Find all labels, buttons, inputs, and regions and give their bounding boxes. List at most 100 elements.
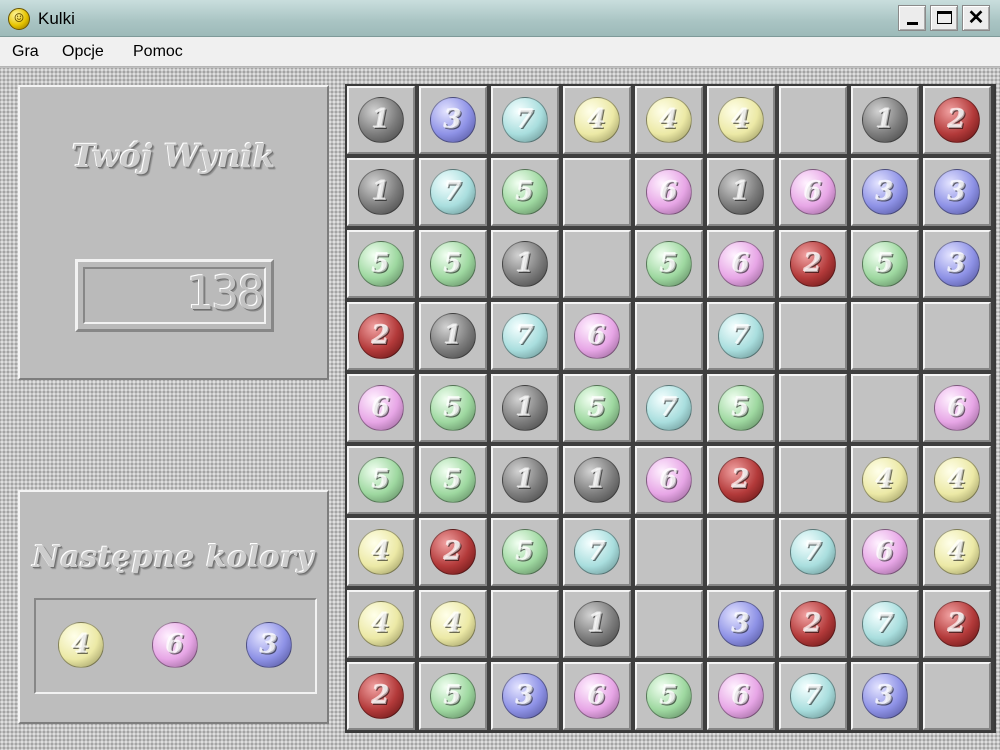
- board-cell[interactable]: 1: [491, 446, 559, 514]
- board-cell[interactable]: [851, 374, 919, 442]
- board-cell[interactable]: 6: [635, 158, 703, 226]
- board-cell[interactable]: 5: [347, 446, 415, 514]
- ball-6[interactable]: 6: [574, 673, 620, 719]
- ball-1[interactable]: 1: [502, 241, 548, 287]
- board-cell[interactable]: 1: [419, 302, 487, 370]
- ball-5[interactable]: 5: [502, 529, 548, 575]
- ball-6[interactable]: 6: [862, 529, 908, 575]
- board-cell[interactable]: 4: [923, 518, 991, 586]
- ball-6[interactable]: 6: [574, 313, 620, 359]
- board-cell[interactable]: 1: [563, 446, 631, 514]
- board-cell[interactable]: 2: [419, 518, 487, 586]
- board-cell[interactable]: 6: [923, 374, 991, 442]
- ball-4[interactable]: 4: [358, 601, 404, 647]
- close-button[interactable]: ✕: [962, 5, 990, 31]
- board-cell[interactable]: 5: [419, 446, 487, 514]
- ball-1[interactable]: 1: [718, 169, 764, 215]
- board-cell[interactable]: 6: [563, 662, 631, 730]
- ball-1[interactable]: 1: [502, 385, 548, 431]
- ball-7[interactable]: 7: [502, 313, 548, 359]
- board-cell[interactable]: [851, 302, 919, 370]
- board-cell[interactable]: [707, 518, 775, 586]
- board-cell[interactable]: 5: [419, 662, 487, 730]
- ball-3[interactable]: 3: [934, 241, 980, 287]
- board-cell[interactable]: 1: [491, 374, 559, 442]
- ball-2[interactable]: 2: [718, 457, 764, 503]
- ball-4[interactable]: 4: [430, 601, 476, 647]
- ball-4[interactable]: 4: [718, 97, 764, 143]
- ball-3[interactable]: 3: [934, 169, 980, 215]
- ball-5[interactable]: 5: [718, 385, 764, 431]
- ball-2[interactable]: 2: [790, 241, 836, 287]
- ball-5[interactable]: 5: [358, 241, 404, 287]
- ball-6[interactable]: 6: [718, 673, 764, 719]
- board-cell[interactable]: 5: [563, 374, 631, 442]
- board-cell[interactable]: 7: [779, 662, 847, 730]
- board-cell[interactable]: 6: [347, 374, 415, 442]
- maximize-button[interactable]: [930, 5, 958, 31]
- board-cell[interactable]: 7: [779, 518, 847, 586]
- board-cell[interactable]: 6: [635, 446, 703, 514]
- board-cell[interactable]: 6: [563, 302, 631, 370]
- ball-5[interactable]: 5: [646, 241, 692, 287]
- ball-3[interactable]: 3: [502, 673, 548, 719]
- board-cell[interactable]: 7: [707, 302, 775, 370]
- ball-4[interactable]: 4: [934, 457, 980, 503]
- ball-7[interactable]: 7: [862, 601, 908, 647]
- ball-3[interactable]: 3: [862, 673, 908, 719]
- ball-1[interactable]: 1: [358, 169, 404, 215]
- board-cell[interactable]: 4: [347, 518, 415, 586]
- app-icon[interactable]: ☺: [8, 8, 30, 30]
- board-cell[interactable]: 5: [851, 230, 919, 298]
- ball-4[interactable]: 4: [646, 97, 692, 143]
- ball-6[interactable]: 6: [718, 241, 764, 287]
- board-cell[interactable]: 2: [923, 86, 991, 154]
- board-cell[interactable]: [779, 446, 847, 514]
- board-cell[interactable]: [923, 302, 991, 370]
- ball-6[interactable]: 6: [934, 385, 980, 431]
- ball-3[interactable]: 3: [862, 169, 908, 215]
- board-cell[interactable]: 3: [923, 230, 991, 298]
- board-cell[interactable]: [635, 518, 703, 586]
- board-cell[interactable]: 2: [347, 662, 415, 730]
- ball-2[interactable]: 2: [934, 97, 980, 143]
- ball-1[interactable]: 1: [430, 313, 476, 359]
- board-cell[interactable]: 7: [851, 590, 919, 658]
- ball-7[interactable]: 7: [718, 313, 764, 359]
- board-cell[interactable]: 2: [707, 446, 775, 514]
- board-cell[interactable]: 4: [707, 86, 775, 154]
- board-cell[interactable]: [563, 158, 631, 226]
- board-cell[interactable]: 5: [347, 230, 415, 298]
- board-cell[interactable]: 2: [779, 230, 847, 298]
- ball-6[interactable]: 6: [646, 169, 692, 215]
- board-cell[interactable]: 7: [563, 518, 631, 586]
- menu-pomoc[interactable]: Pomoc: [133, 43, 183, 61]
- board-cell[interactable]: 4: [563, 86, 631, 154]
- minimize-button[interactable]: [898, 5, 926, 31]
- menu-opcje[interactable]: Opcje: [62, 43, 104, 61]
- board-cell[interactable]: 4: [851, 446, 919, 514]
- board-cell[interactable]: 2: [779, 590, 847, 658]
- ball-2[interactable]: 2: [358, 673, 404, 719]
- ball-6[interactable]: 6: [790, 169, 836, 215]
- menu-gra[interactable]: Gra: [12, 43, 39, 61]
- ball-5[interactable]: 5: [430, 385, 476, 431]
- ball-5[interactable]: 5: [358, 457, 404, 503]
- board-cell[interactable]: [779, 374, 847, 442]
- board-cell[interactable]: 3: [419, 86, 487, 154]
- board-cell[interactable]: 3: [851, 158, 919, 226]
- ball-2[interactable]: 2: [430, 529, 476, 575]
- board-cell[interactable]: 3: [923, 158, 991, 226]
- board-cell[interactable]: 4: [635, 86, 703, 154]
- board-cell[interactable]: 5: [707, 374, 775, 442]
- ball-3[interactable]: 3: [430, 97, 476, 143]
- ball-7[interactable]: 7: [646, 385, 692, 431]
- board-cell[interactable]: 5: [419, 230, 487, 298]
- ball-7[interactable]: 7: [430, 169, 476, 215]
- ball-7[interactable]: 7: [574, 529, 620, 575]
- ball-1[interactable]: 1: [358, 97, 404, 143]
- ball-6[interactable]: 6: [358, 385, 404, 431]
- board-cell[interactable]: [635, 590, 703, 658]
- board-cell[interactable]: 5: [635, 662, 703, 730]
- board-cell[interactable]: 2: [923, 590, 991, 658]
